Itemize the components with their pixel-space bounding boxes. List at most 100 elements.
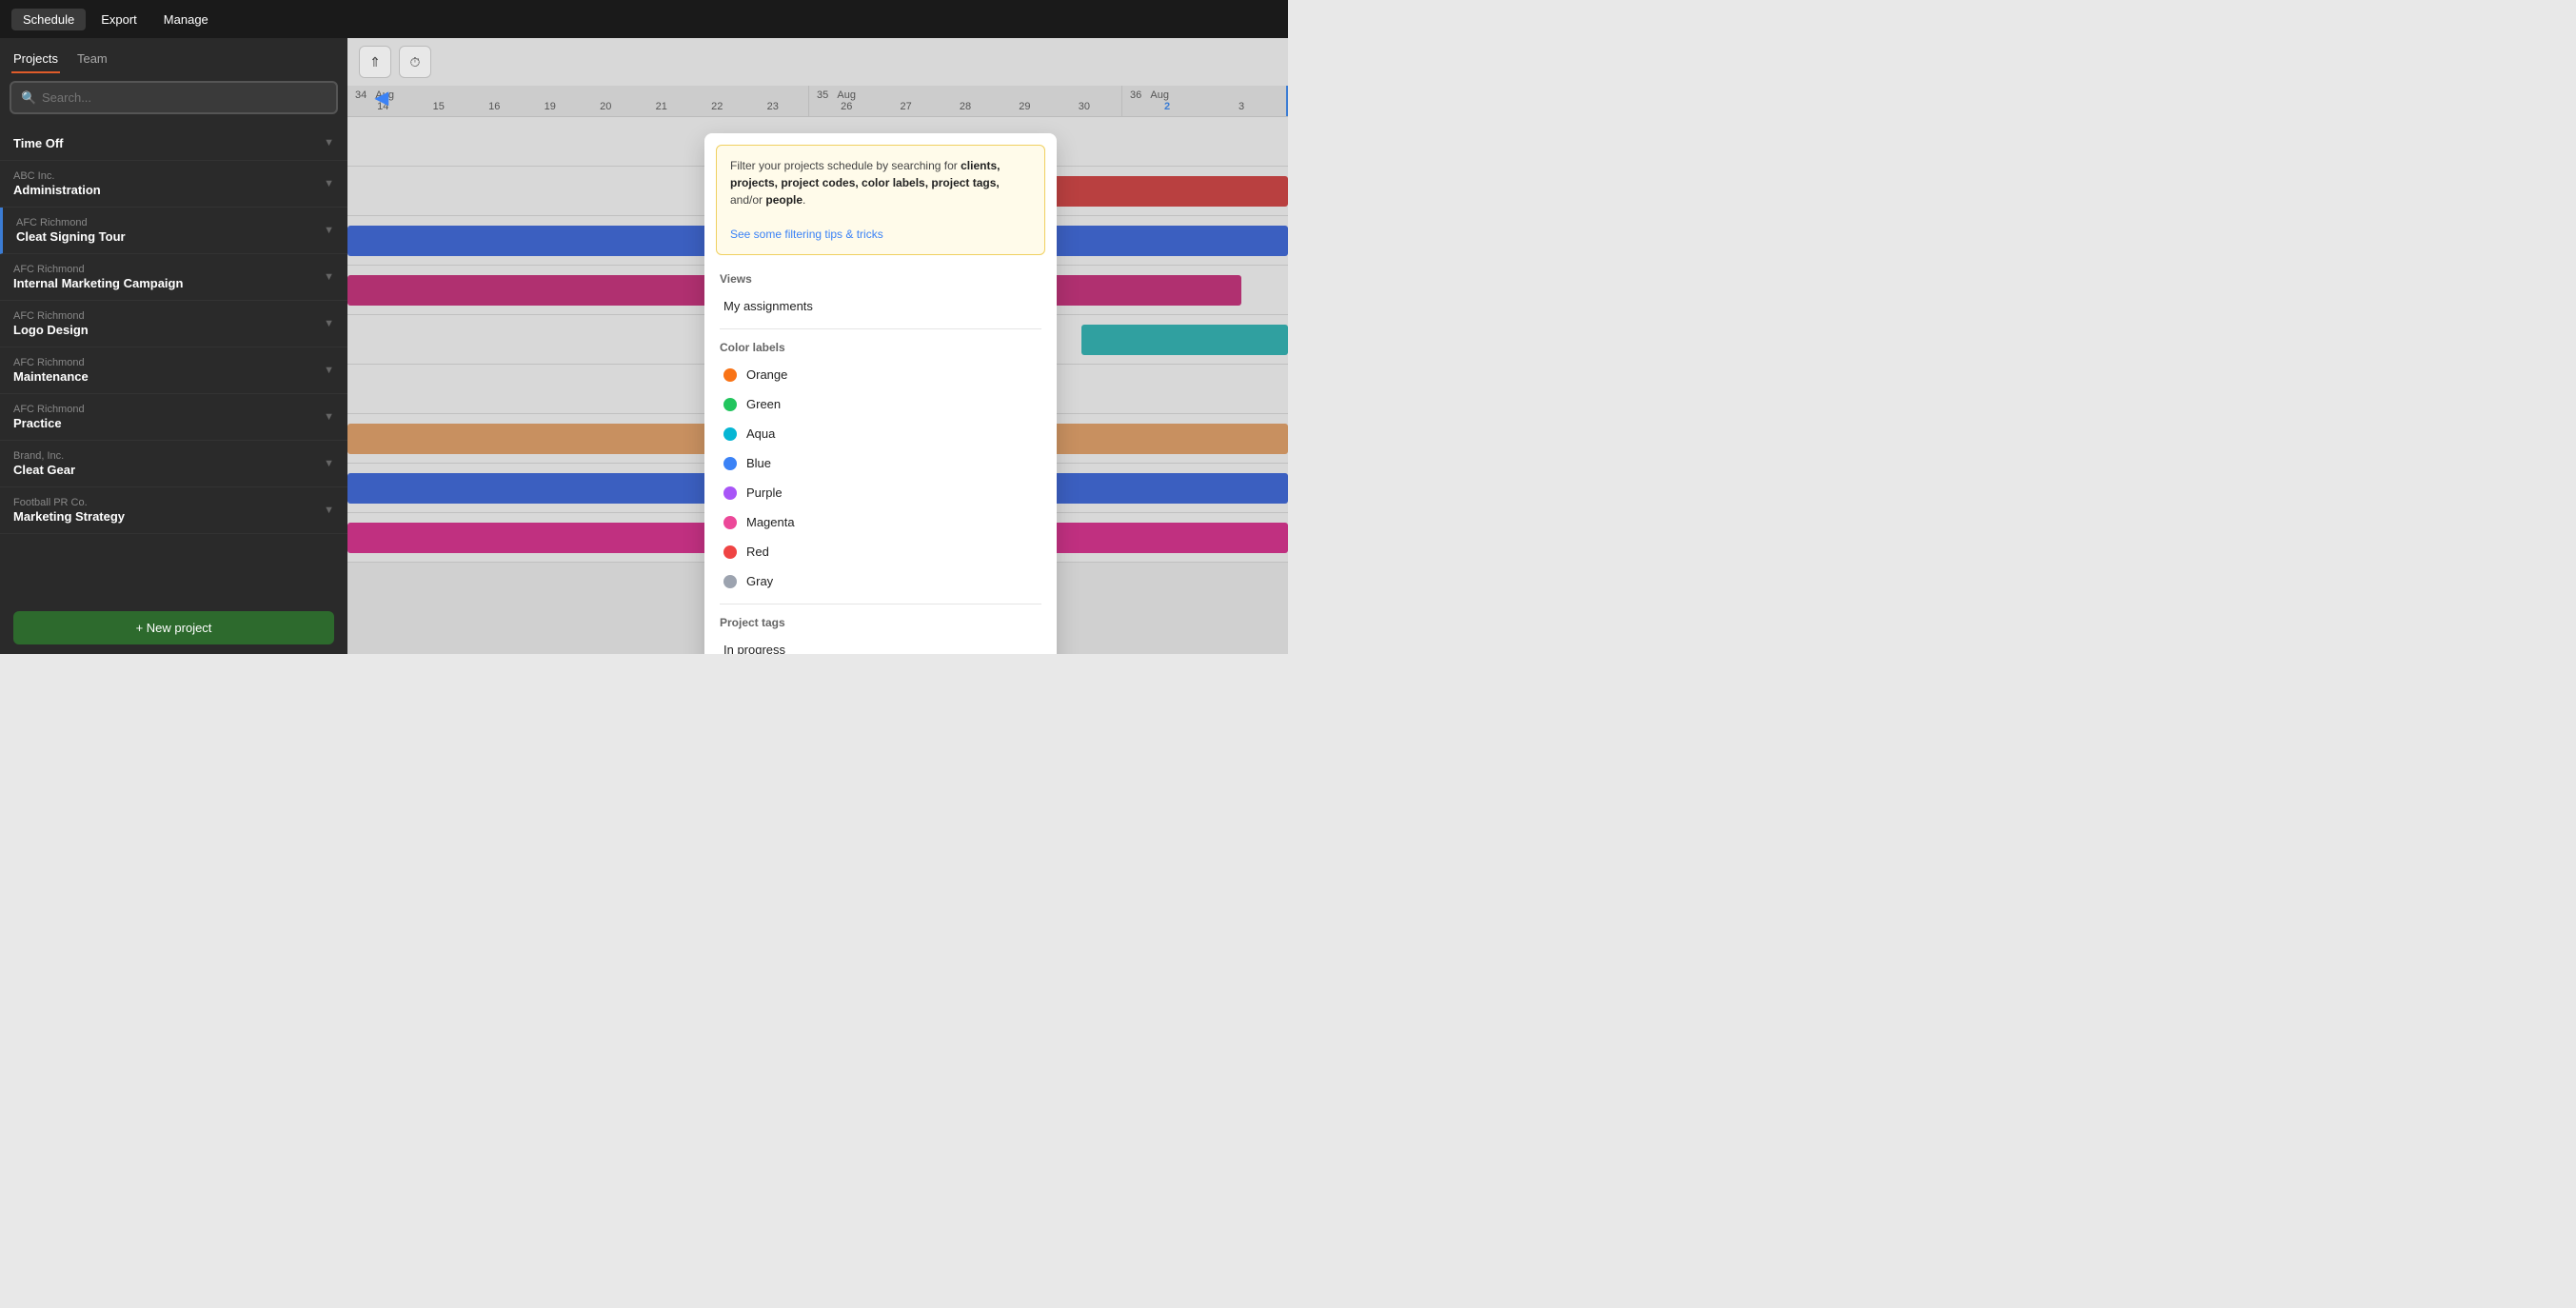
hint-text: Filter your projects schedule by searchi…: [730, 159, 1000, 207]
day-label: 29: [995, 101, 1054, 112]
week-35-header: 35 Aug 26 27 28 29 30: [809, 86, 1122, 116]
filter-tips-link[interactable]: See some filtering tips & tricks: [730, 228, 883, 241]
gray-dot: [723, 575, 737, 588]
project-name: Marketing Strategy: [13, 509, 324, 524]
color-orange[interactable]: Orange: [720, 360, 1041, 389]
day-label-today: 2: [1130, 101, 1204, 112]
magenta-dot: [723, 516, 737, 529]
day-label: 23: [745, 101, 802, 112]
aqua-label: Aqua: [746, 426, 775, 441]
project-item-cleat-signing[interactable]: AFC Richmond Cleat Signing Tour ▼: [0, 208, 347, 254]
day-label: 28: [936, 101, 995, 112]
project-name: Cleat Signing Tour: [16, 229, 324, 244]
project-client: AFC Richmond: [13, 310, 324, 322]
day-label: 26: [817, 101, 876, 112]
color-red[interactable]: Red: [720, 537, 1041, 566]
purple-label: Purple: [746, 486, 783, 500]
sidebar-tabs: Projects Team: [0, 38, 347, 73]
day-label: 19: [523, 101, 579, 112]
filter-hint-box: Filter your projects schedule by searchi…: [716, 145, 1045, 255]
project-item-internal-marketing[interactable]: AFC Richmond Internal Marketing Campaign…: [0, 254, 347, 301]
project-item-time-off[interactable]: Time Off ▼: [0, 126, 347, 161]
day-label: 14: [355, 101, 411, 112]
chevron-icon: ▼: [324, 178, 334, 189]
week-36-days: 2 3: [1130, 101, 1278, 112]
week-36-label: 36 Aug: [1130, 89, 1278, 101]
day-label: 16: [466, 101, 523, 112]
chevron-icon: ▼: [324, 225, 334, 236]
project-client: AFC Richmond: [13, 264, 324, 275]
project-list: Time Off ▼ ABC Inc. Administration ▼ AFC…: [0, 122, 347, 602]
week-35-label: 35 Aug: [817, 89, 1114, 101]
calendar-area: ⇑ ⏱ 34 Aug 14 15 16 19 20 21 22 23: [347, 38, 1288, 654]
chevron-icon: ▼: [324, 318, 334, 329]
purple-dot: [723, 486, 737, 500]
bar-logo-design: [1081, 325, 1288, 355]
day-label: 22: [689, 101, 745, 112]
sidebar: Projects Team 🔍 ◀ Time Off ▼ ABC Inc. Ad…: [0, 38, 347, 654]
project-item-logo-design[interactable]: AFC Richmond Logo Design ▼: [0, 301, 347, 347]
nav-manage[interactable]: Manage: [152, 9, 220, 30]
project-item-cleat-gear[interactable]: Brand, Inc. Cleat Gear ▼: [0, 441, 347, 487]
project-name: Maintenance: [13, 369, 324, 384]
aqua-dot: [723, 427, 737, 441]
chevron-icon: ▼: [324, 411, 334, 423]
project-name: Practice: [13, 416, 324, 430]
views-section: Views My assignments: [704, 263, 1057, 327]
project-name: Administration: [13, 183, 324, 197]
day-label: 15: [411, 101, 467, 112]
week-34-days: 14 15 16 19 20 21 22 23: [355, 101, 801, 112]
color-green[interactable]: Green: [720, 389, 1041, 419]
day-label: 27: [876, 101, 935, 112]
project-item-administration[interactable]: ABC Inc. Administration ▼: [0, 161, 347, 208]
views-section-label: Views: [720, 272, 1041, 286]
tag-in-progress[interactable]: In progress: [720, 635, 1041, 654]
project-tags-label: Project tags: [720, 616, 1041, 629]
project-tags-section: Project tags In progress: [704, 606, 1057, 654]
nav-schedule[interactable]: Schedule: [11, 9, 86, 30]
color-blue[interactable]: Blue: [720, 448, 1041, 478]
gray-label: Gray: [746, 574, 773, 588]
project-client: AFC Richmond: [16, 217, 324, 228]
project-item-maintenance[interactable]: AFC Richmond Maintenance ▼: [0, 347, 347, 394]
chevron-double-up-icon: ⇑: [369, 54, 381, 70]
color-labels-section-label: Color labels: [720, 341, 1041, 354]
week-34-header: 34 Aug 14 15 16 19 20 21 22 23: [347, 86, 809, 116]
divider-1: [720, 328, 1041, 329]
clock-icon: ⏱: [410, 54, 421, 70]
project-client: AFC Richmond: [13, 357, 324, 368]
tab-team[interactable]: Team: [75, 46, 109, 73]
green-label: Green: [746, 397, 781, 411]
project-name: Cleat Gear: [13, 463, 324, 477]
chevron-icon: ▼: [324, 137, 334, 149]
week-36-header: 36 Aug 2 3: [1122, 86, 1288, 116]
my-assignments-item[interactable]: My assignments: [720, 291, 1041, 321]
project-item-marketing-strategy[interactable]: Football PR Co. Marketing Strategy ▼: [0, 487, 347, 534]
chevron-icon: ▼: [324, 458, 334, 469]
project-name-time-off: Time Off: [13, 136, 324, 150]
day-label: 21: [634, 101, 690, 112]
day-label: 30: [1055, 101, 1114, 112]
calendar-header: 34 Aug 14 15 16 19 20 21 22 23 35 Aug 26…: [347, 86, 1288, 117]
project-item-practice[interactable]: AFC Richmond Practice ▼: [0, 394, 347, 441]
red-dot: [723, 545, 737, 559]
search-container: 🔍 ◀: [10, 81, 338, 114]
scroll-up-button[interactable]: ⇑: [359, 46, 391, 78]
magenta-label: Magenta: [746, 515, 795, 529]
nav-export[interactable]: Export: [89, 9, 149, 30]
clock-button[interactable]: ⏱: [399, 46, 431, 78]
color-labels-section: Color labels Orange Green Aqua Blue: [704, 331, 1057, 602]
blue-dot: [723, 457, 737, 470]
in-progress-label: In progress: [723, 643, 785, 654]
project-client: Football PR Co.: [13, 497, 324, 508]
new-project-button[interactable]: + New project: [13, 611, 334, 644]
color-gray[interactable]: Gray: [720, 566, 1041, 596]
project-name: Internal Marketing Campaign: [13, 276, 324, 290]
chevron-icon: ▼: [324, 365, 334, 376]
search-input[interactable]: [11, 83, 336, 112]
color-purple[interactable]: Purple: [720, 478, 1041, 507]
color-aqua[interactable]: Aqua: [720, 419, 1041, 448]
color-magenta[interactable]: Magenta: [720, 507, 1041, 537]
red-label: Red: [746, 545, 769, 559]
tab-projects[interactable]: Projects: [11, 46, 60, 73]
